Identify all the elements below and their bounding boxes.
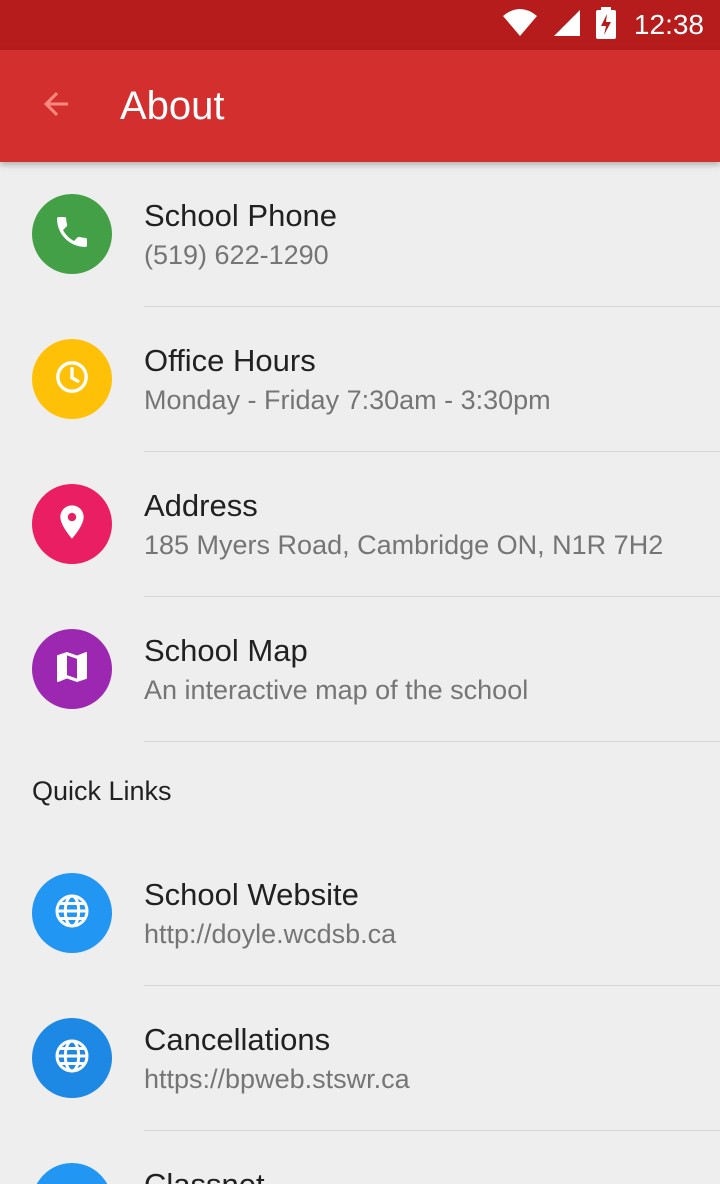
item-subtitle: https://bpweb.stswr.ca <box>144 1064 410 1094</box>
item-title: School Map <box>144 633 308 668</box>
clock-icon-circle <box>32 339 112 419</box>
globe-icon <box>52 891 92 936</box>
list-item-school-phone[interactable]: School Phone (519) 622-1290 <box>0 162 720 307</box>
back-button[interactable] <box>28 78 84 134</box>
signal-icon <box>552 8 582 43</box>
item-subtitle: Monday - Friday 7:30am - 3:30pm <box>144 385 551 415</box>
item-title: School Phone <box>144 198 338 233</box>
phone-icon-circle <box>32 194 112 274</box>
item-subtitle: An interactive map of the school <box>144 675 529 705</box>
app-bar: About <box>0 50 720 162</box>
arrow-back-icon <box>38 86 74 127</box>
item-title: Office Hours <box>144 343 316 378</box>
item-subtitle: (519) 622-1290 <box>144 240 329 270</box>
clock-icon <box>52 357 92 402</box>
status-icons: 12:38 <box>502 0 704 50</box>
about-list: School Phone (519) 622-1290 Office Hours… <box>0 162 720 1184</box>
map-icon <box>52 647 92 692</box>
item-title: Cancellations <box>144 1022 331 1057</box>
map-icon-circle <box>32 629 112 709</box>
phone-icon <box>52 212 92 257</box>
globe-icon-circle <box>32 873 112 953</box>
globe-icon-circle <box>32 1018 112 1098</box>
list-item-classnet[interactable]: Classnet <box>0 1131 720 1184</box>
list-item-cancellations[interactable]: Cancellations https://bpweb.stswr.ca <box>0 986 720 1131</box>
location-pin-icon <box>52 502 92 547</box>
quick-links-header: Quick Links <box>0 742 720 841</box>
globe-icon-circle <box>32 1163 112 1184</box>
item-title: Classnet <box>144 1167 265 1184</box>
status-bar: 12:38 <box>0 0 720 50</box>
section-label: Quick Links <box>32 776 172 806</box>
list-item-address[interactable]: Address 185 Myers Road, Cambridge ON, N1… <box>0 452 720 597</box>
location-pin-icon-circle <box>32 484 112 564</box>
list-item-office-hours[interactable]: Office Hours Monday - Friday 7:30am - 3:… <box>0 307 720 452</box>
list-item-school-website[interactable]: School Website http://doyle.wcdsb.ca <box>0 841 720 986</box>
item-title: School Website <box>144 877 359 912</box>
item-subtitle: 185 Myers Road, Cambridge ON, N1R 7H2 <box>144 530 664 560</box>
page-title: About <box>120 84 225 128</box>
item-title: Address <box>144 488 258 523</box>
battery-charging-icon <box>595 6 616 44</box>
status-time: 12:38 <box>633 9 704 40</box>
globe-icon <box>52 1181 92 1184</box>
list-item-school-map[interactable]: School Map An interactive map of the sch… <box>0 597 720 742</box>
wifi-icon <box>502 8 538 43</box>
globe-icon <box>52 1036 92 1081</box>
item-subtitle: http://doyle.wcdsb.ca <box>144 919 397 949</box>
